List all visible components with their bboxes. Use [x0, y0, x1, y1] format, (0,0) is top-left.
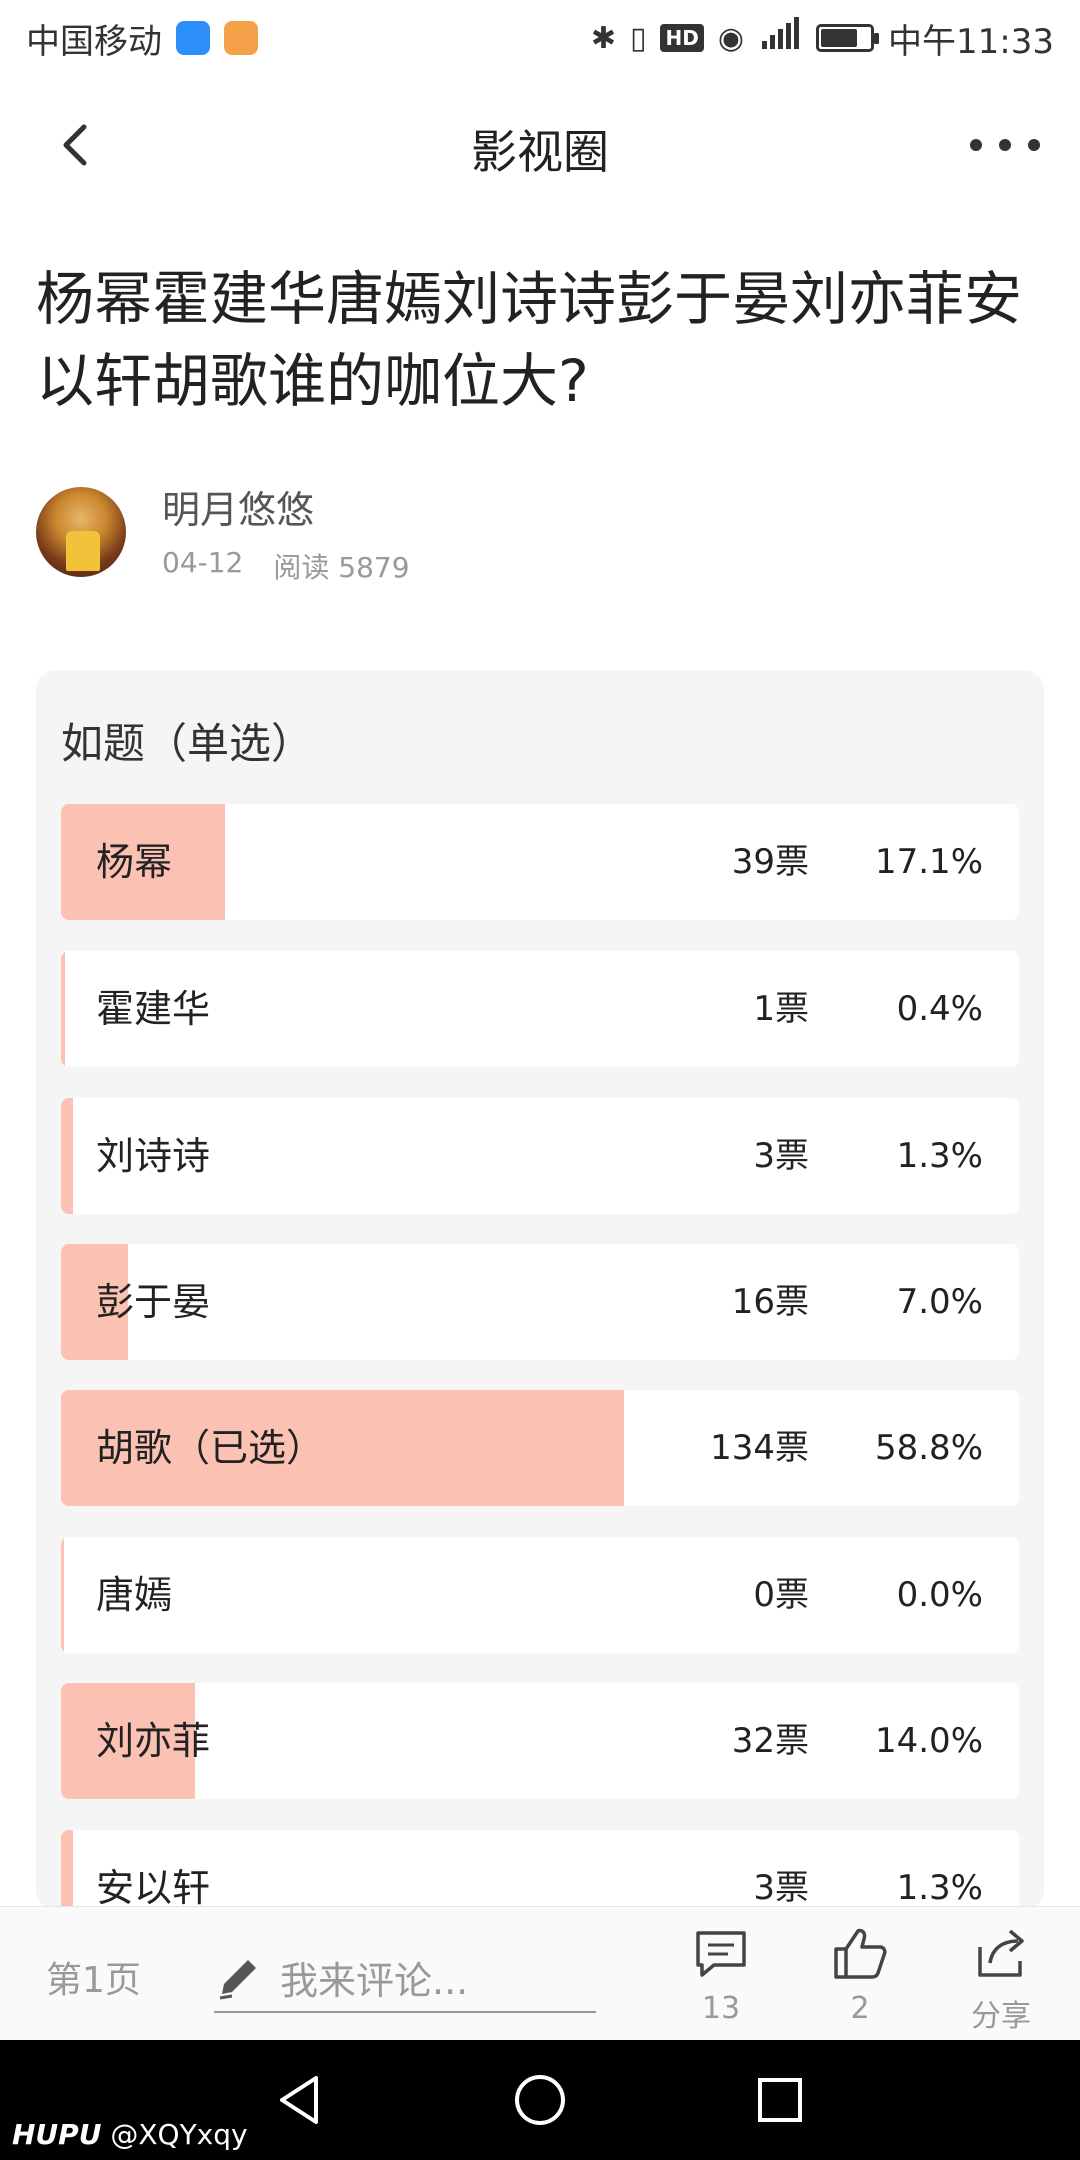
square-recents-icon	[758, 2078, 802, 2122]
poll-option[interactable]: 刘诗诗 3票 1.3%	[61, 1098, 1019, 1214]
poll-option-selected[interactable]: 胡歌（已选） 134票 58.8%	[61, 1390, 1019, 1506]
poll-option-bar	[61, 1830, 74, 1910]
poll-option-name: 刘亦菲	[96, 1719, 211, 1763]
poll-option-bar	[61, 951, 65, 1067]
system-home-button[interactable]	[510, 2070, 570, 2130]
poll-card: 如题（单选） 杨幂 39票 17.1% 霍建华 1票 0.4% 刘诗诗 3票 1…	[36, 670, 1044, 1910]
poll-option-name: 唐嫣	[96, 1573, 173, 1617]
poll-option-votes: 32票	[731, 1721, 809, 1761]
poll-option[interactable]: 霍建华 1票 0.4%	[61, 951, 1019, 1067]
poll-option-votes: 1票	[753, 989, 809, 1029]
read-count: 阅读 5879	[273, 550, 410, 584]
post-date: 04-12	[162, 545, 244, 579]
poll-option-percent: 0.0%	[896, 1575, 983, 1615]
dot-icon	[970, 139, 982, 151]
poll-option[interactable]: 唐嫣 0票 0.0%	[61, 1537, 1019, 1653]
eye-icon: ◉	[717, 20, 745, 56]
avatar[interactable]	[36, 487, 126, 577]
poll-option-name: 安以轩	[96, 1866, 211, 1910]
poll-option-name: 霍建华	[96, 987, 211, 1031]
status-bar: 中国移动 ✱ ▯ HD ◉ 中午11:33	[0, 0, 1080, 76]
poll-option-name: 彭于晏	[96, 1280, 211, 1324]
poll-option-votes: 16票	[731, 1282, 809, 1322]
poll-option-percent: 1.3%	[896, 1868, 983, 1908]
post-title: 杨幂霍建华唐嫣刘诗诗彭于晏刘亦菲安以轩胡歌谁的咖位大?	[36, 265, 1023, 415]
nav-bar: 影视圈	[0, 90, 1080, 200]
author-info: 明月悠悠 04-12 阅读 5879	[162, 479, 410, 586]
poll-option[interactable]: 杨幂 39票 17.1%	[61, 804, 1019, 920]
circle-home-icon	[515, 2075, 565, 2125]
poll-option-percent: 1.3%	[896, 1136, 983, 1176]
bluetooth-icon: ✱	[590, 20, 616, 56]
author-row: 明月悠悠 04-12 阅读 5879	[36, 484, 410, 584]
watermark: HUPU @XQYxqy	[12, 2118, 248, 2151]
more-options-button[interactable]	[970, 120, 1040, 170]
triangle-back-icon	[280, 2076, 318, 2124]
share-icon	[978, 1929, 1024, 1977]
page-selector[interactable]: 第1页	[46, 1951, 141, 2003]
poll-option-percent: 14.0%	[874, 1721, 983, 1761]
watermark-brand: HUPU	[12, 2118, 102, 2151]
poll-option-percent: 0.4%	[896, 989, 983, 1029]
poll-option-name: 刘诗诗	[96, 1134, 211, 1178]
poll-option-percent: 17.1%	[874, 842, 983, 882]
comments-count: 13	[701, 1991, 741, 2026]
pencil-icon	[219, 1960, 256, 2000]
status-right: ✱ ▯ HD ◉ 中午11:33	[591, 14, 1054, 63]
share-button[interactable]: 分享	[956, 1925, 1046, 2035]
signal-icon	[758, 16, 802, 60]
poll-option-percent: 7.0%	[896, 1282, 983, 1322]
poll-option-bar	[61, 1537, 64, 1653]
poll-option-bar	[61, 1098, 74, 1214]
system-back-button[interactable]	[270, 2070, 330, 2130]
vibrate-icon: ▯	[629, 20, 647, 56]
comment-input[interactable]: 我来评论...	[214, 1943, 596, 2013]
battery-icon	[816, 24, 880, 52]
poll-option-votes: 134票	[710, 1428, 809, 1468]
security-app-icon	[176, 21, 210, 55]
clock: 中午11:33	[888, 21, 1054, 62]
carrier-label: 中国移动	[26, 21, 162, 62]
page-title: 影视圈	[471, 125, 609, 179]
post-meta: 04-12 阅读 5879	[162, 546, 410, 586]
likes-count: 2	[850, 1991, 870, 2026]
poll-option[interactable]: 彭于晏 16票 7.0%	[61, 1244, 1019, 1360]
poll-option[interactable]: 刘亦菲 32票 14.0%	[61, 1683, 1019, 1799]
dot-icon	[999, 139, 1011, 151]
bottom-action-bar: 第1页 我来评论... 13 2 分享	[0, 1906, 1080, 2040]
system-recents-button[interactable]	[750, 2070, 810, 2130]
poll-label: 如题（单选）	[61, 719, 314, 768]
comment-placeholder: 我来评论...	[280, 1958, 469, 2003]
status-left: 中国移动	[26, 14, 258, 63]
poll-option[interactable]: 安以轩 3票 1.3%	[61, 1830, 1019, 1910]
poll-option-percent: 58.8%	[874, 1428, 983, 1468]
like-button[interactable]: 2	[815, 1925, 905, 2026]
poll-option-votes: 0票	[753, 1575, 809, 1615]
poll-option-votes: 3票	[753, 1868, 809, 1908]
dot-icon	[1028, 139, 1040, 151]
poll-option-name: 胡歌（已选）	[96, 1426, 325, 1470]
thumbs-up-icon	[834, 1928, 887, 1979]
poll-option-votes: 3票	[753, 1136, 809, 1176]
share-label: 分享	[971, 1999, 1031, 2034]
poll-option-votes: 39票	[731, 842, 809, 882]
watermark-handle: @XQYxqy	[110, 2118, 248, 2151]
hd-icon: HD	[660, 24, 704, 52]
poll-option-name: 杨幂	[96, 840, 173, 884]
author-name[interactable]: 明月悠悠	[162, 479, 410, 534]
comments-button[interactable]: 13	[676, 1925, 766, 2026]
comment-icon	[696, 1931, 746, 1977]
notification-app-icon	[224, 21, 258, 55]
system-nav-bar: HUPU @XQYxqy	[0, 2040, 1080, 2160]
